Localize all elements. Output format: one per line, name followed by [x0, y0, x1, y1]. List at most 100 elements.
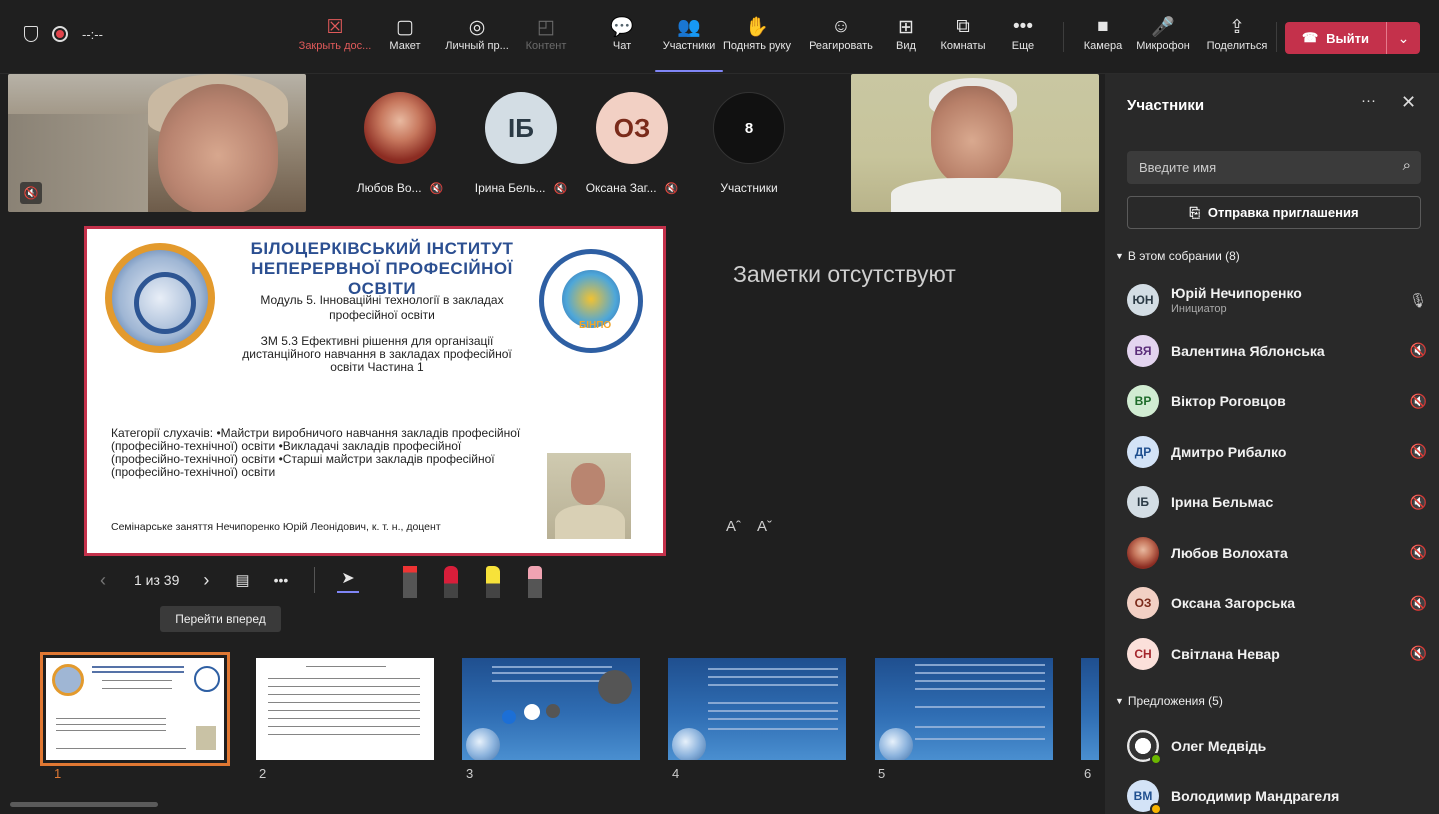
slide-number: 4	[672, 766, 680, 781]
content-icon: ◰	[537, 16, 555, 38]
phone-hangup-icon: ☎	[1301, 30, 1319, 45]
speaker-notes: Заметки отсутствуют	[733, 261, 956, 287]
slide-thumbnail[interactable]	[668, 658, 846, 760]
participant-tile[interactable]: ОЗ Оксана Заг... 🔇	[577, 92, 687, 195]
slide-thumbnail[interactable]	[1081, 658, 1099, 760]
rooms-label: Комнаты	[940, 40, 986, 52]
increase-font-icon[interactable]: Aˆ	[726, 518, 741, 535]
hand-button[interactable]: ✋ Поднять руку	[717, 14, 797, 64]
slide-thumbnail[interactable]	[256, 658, 434, 760]
slide-title: БІЛОЦЕРКІВСЬКИЙ ІНСТИТУТ НЕПЕРЕРВНОЇ ПРО…	[250, 239, 514, 298]
record-icon[interactable]	[52, 26, 68, 42]
red-pen-icon[interactable]	[444, 566, 458, 598]
participant-row[interactable]: ІБ Ірина Бельмас 🔇	[1127, 482, 1427, 522]
participant-row[interactable]: Олег Медвідь	[1127, 726, 1427, 766]
eraser-icon[interactable]	[528, 566, 542, 598]
avatar: ВР	[1127, 385, 1159, 417]
share-invite-icon: ⎘	[1189, 204, 1200, 220]
participant-tile[interactable]: Любов Во... 🔇	[345, 92, 455, 195]
participant-row[interactable]: ОЗ Оксана Загорська 🔇	[1127, 583, 1427, 623]
mic-off-icon[interactable]: 🔇	[1410, 645, 1427, 662]
chat-label: Чат	[612, 40, 632, 52]
slide-topic: ЗМ 5.3 Ефективні рішення для організації…	[242, 334, 512, 374]
slide-overview-icon[interactable]: ▤	[235, 571, 249, 589]
avatar: ОЗ	[1127, 587, 1159, 619]
close-label: Закрыть дос...	[298, 40, 372, 52]
chat-icon: 💬	[610, 17, 634, 38]
participant-row[interactable]: Любов Волохата 🔇	[1127, 533, 1427, 573]
search-input[interactable]: Введите имя ⌕	[1127, 151, 1421, 184]
participant-row[interactable]: ДР Дмитро Рибалко 🔇	[1127, 432, 1427, 472]
slide-thumbnail[interactable]	[40, 652, 230, 766]
raise-hand-icon: ✋	[745, 17, 769, 38]
mic-on-icon[interactable]: 🎙	[1409, 292, 1427, 309]
more-options-icon[interactable]: •••	[274, 572, 289, 588]
mic-off-icon[interactable]: 🔇	[1410, 342, 1427, 359]
camera-icon: ■	[1097, 16, 1109, 37]
participant-row[interactable]: ВМ Володимир Мандрагеля	[1127, 776, 1427, 814]
horizontal-scrollbar[interactable]	[10, 802, 158, 807]
slide-thumbnail[interactable]	[875, 658, 1053, 760]
participant-name: Ірина Бельмас	[1171, 494, 1274, 510]
participants-count-tile[interactable]: 8 Участники	[694, 92, 804, 195]
laser-pointer-icon[interactable]	[403, 566, 417, 598]
mic-off-icon[interactable]: 🔇	[1410, 494, 1427, 511]
leave-dropdown-chevron-icon[interactable]: ⌄	[1386, 22, 1420, 54]
avatar-initials: ОЗ	[1134, 596, 1152, 610]
view-icon: ⊞	[898, 16, 914, 38]
decrease-font-icon[interactable]: Aˇ	[757, 518, 772, 535]
share-label: Поделиться	[1206, 40, 1268, 52]
layout-label: Макет	[389, 40, 421, 52]
slide-number: 3	[466, 766, 474, 781]
close-button[interactable]: ☒ Закрыть дос...	[295, 14, 375, 64]
mic-button[interactable]: 🎤 Микрофон	[1123, 14, 1203, 64]
slide-module: Модуль 5. Інноваційні технології в закла…	[260, 293, 504, 322]
avatar	[1127, 730, 1162, 765]
prev-slide-chevron-icon[interactable]: ‹	[100, 570, 106, 591]
participant-tile[interactable]: ІБ Ірина Бель... 🔇	[466, 92, 576, 195]
content-button[interactable]: ◰ Контент	[506, 14, 586, 64]
highlighter-icon[interactable]	[486, 566, 500, 598]
avatar: 8	[713, 92, 785, 164]
more-button[interactable]: ••• Еще	[983, 14, 1063, 64]
participant-row[interactable]: СН Світлана Невар 🔇	[1127, 634, 1427, 674]
in-meeting-section[interactable]: ▼ В этом собрании (8)	[1115, 249, 1240, 263]
video-feed-participant[interactable]: 🔇	[8, 74, 306, 212]
participant-row[interactable]: ВЯ Валентина Яблонська 🔇	[1127, 331, 1427, 371]
video-feed-presenter[interactable]	[851, 74, 1099, 212]
send-invite-button[interactable]: ⎘ Отправка приглашения	[1127, 196, 1421, 229]
slide-counter: 1 из 39	[134, 572, 180, 588]
immersive-button[interactable]: ◎ Личный пр...	[437, 14, 517, 64]
avatar	[364, 92, 436, 164]
close-icon[interactable]: ✕	[1401, 92, 1416, 113]
participant-name: Юрій Нечипоренко	[1171, 285, 1302, 301]
meeting-toolbar: --:-- ☒ Закрыть дос... ▢ Макет ◎ Личный пр...…	[0, 0, 1439, 74]
slide-number: 6	[1084, 766, 1092, 781]
presentation-slide: БІЛОЦЕРКІВСЬКИЙ ІНСТИТУТ НЕПЕРЕРВНОЇ ПРО…	[84, 226, 666, 556]
participant-name: Любов Волохата	[1171, 544, 1288, 561]
layout-button[interactable]: ▢ Макет	[365, 14, 445, 64]
next-slide-chevron-icon[interactable]: ›	[203, 570, 209, 591]
collapse-caret-icon: ▼	[1115, 251, 1124, 261]
slide-thumbnail[interactable]	[462, 658, 640, 760]
share-icon: ⇪	[1229, 16, 1245, 38]
mic-off-icon[interactable]: 🔇	[1410, 595, 1427, 612]
share-button[interactable]: ⇪ Поделиться	[1197, 14, 1277, 64]
shield-icon[interactable]	[24, 26, 38, 42]
mic-off-icon: 🔇	[429, 182, 444, 195]
pointer-tool-icon[interactable]: ➤	[337, 568, 359, 593]
mic-off-icon[interactable]: 🔇	[1410, 393, 1427, 410]
mic-off-icon: 🔇	[664, 182, 679, 195]
leave-button[interactable]: ☎ Выйти ⌄	[1285, 22, 1420, 54]
suggestions-section[interactable]: ▼ Предложения (5)	[1115, 694, 1223, 708]
suggestions-label: Предложения (5)	[1127, 694, 1223, 708]
avatar-initials: СН	[1134, 646, 1152, 661]
participant-row[interactable]: ВР Віктор Роговцов 🔇	[1127, 381, 1427, 421]
participant-row[interactable]: ЮН Юрій Нечипоренко Инициатор 🎙	[1127, 280, 1427, 320]
layout-icon: ▢	[396, 16, 414, 38]
panel-more-icon[interactable]: ···	[1361, 92, 1376, 109]
participant-name: Участники	[720, 181, 778, 195]
search-icon: ⌕	[1402, 157, 1411, 174]
mic-off-icon[interactable]: 🔇	[1410, 443, 1427, 460]
mic-off-icon[interactable]: 🔇	[1410, 544, 1427, 561]
